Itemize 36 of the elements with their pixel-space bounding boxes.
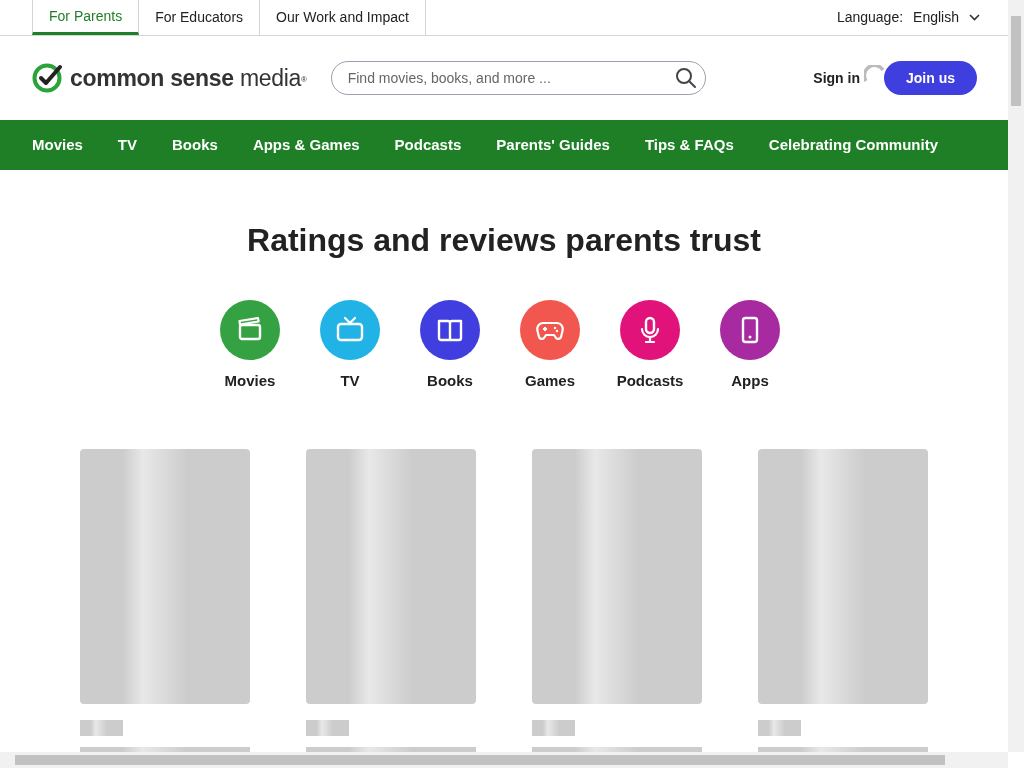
loading-text-placeholder	[758, 719, 801, 736]
top-tab[interactable]: Our Work and Impact	[260, 0, 426, 35]
language-select[interactable]: English	[913, 7, 980, 28]
nav-link[interactable]: Books	[172, 133, 218, 157]
language-label: Language:	[836, 8, 904, 27]
loading-text-placeholder	[306, 719, 349, 736]
nav-link[interactable]: Celebrating Community	[768, 133, 938, 157]
sign-in-link[interactable]: Sign in	[813, 67, 860, 89]
scrollbar-thumb[interactable]	[15, 755, 945, 765]
search-field[interactable]: Find movies, books, and more ...	[330, 61, 706, 95]
category-link[interactable]: Books	[420, 300, 480, 393]
category-link[interactable]: Apps	[720, 300, 780, 393]
check-logo-icon	[32, 63, 64, 93]
logo[interactable]: common sense media$^{®}$	[32, 60, 307, 96]
top-tab[interactable]: For Educators	[139, 0, 261, 35]
nav-link[interactable]: TV	[117, 133, 138, 157]
nav-link[interactable]: Parents' Guides	[496, 133, 610, 157]
chevron-down-icon	[969, 14, 980, 21]
search-icon	[674, 67, 697, 89]
horizontal-scrollbar[interactable]	[0, 752, 1008, 768]
nav-link[interactable]: Tips & FAQs	[644, 133, 734, 157]
logo-text: common sense media$^{®}$	[70, 63, 307, 93]
page-heading: Ratings and reviews parents trust	[246, 221, 762, 260]
vertical-scrollbar[interactable]	[1008, 0, 1024, 752]
category-link[interactable]: TV	[320, 300, 380, 393]
loading-text-placeholder	[532, 719, 575, 736]
scrollbar-thumb[interactable]	[1011, 16, 1021, 106]
category-link[interactable]: Movies	[220, 300, 280, 393]
join-button[interactable]: Join us	[884, 61, 977, 95]
nav-link[interactable]: Podcasts	[394, 133, 462, 157]
top-tab[interactable]: For Parents	[32, 0, 140, 35]
loading-spinner-icon	[864, 65, 885, 83]
nav-link[interactable]: Apps & Games	[252, 133, 360, 157]
loading-text-placeholder	[80, 719, 123, 736]
category-link[interactable]: Games	[520, 300, 580, 393]
nav-link[interactable]: Movies	[32, 133, 83, 157]
